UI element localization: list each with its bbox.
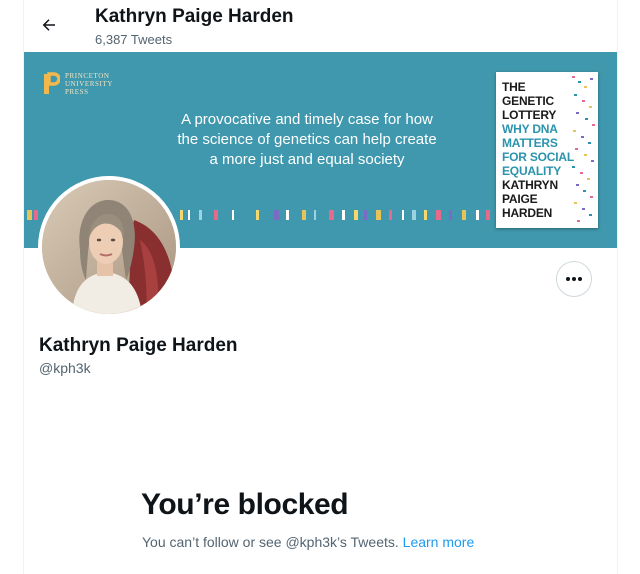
book-dna-pattern: [572, 76, 595, 222]
profile-avatar[interactable]: [38, 176, 180, 318]
blocked-message: You can’t follow or see @kph3k’s Tweets.…: [142, 534, 474, 550]
ellipsis-icon: [566, 277, 582, 281]
learn-more-link[interactable]: Learn more: [403, 534, 475, 550]
header-name: Kathryn Paige Harden: [95, 6, 294, 27]
profile-handle: @kph3k: [39, 360, 91, 376]
blocked-message-text: You can’t follow or see @kph3k’s Tweets.: [142, 534, 399, 550]
publisher-line: PRESS: [65, 88, 89, 96]
more-options-button[interactable]: [556, 261, 592, 297]
publisher-logo: PRINCETON UNIVERSITY PRESS: [42, 72, 113, 96]
profile-header-bar: Kathryn Paige Harden 6,387 Tweets: [0, 0, 640, 52]
blocked-title: You’re blocked: [141, 488, 349, 521]
back-button[interactable]: [34, 10, 64, 40]
arrow-left-icon: [42, 19, 55, 31]
avatar-photo: [42, 180, 176, 314]
profile-name: Kathryn Paige Harden: [39, 335, 238, 356]
publisher-line: PRINCETON: [65, 72, 110, 80]
book-cover: THE GENETIC LOTTERY WHY DNA MATTERS FOR …: [496, 72, 598, 228]
publisher-line: UNIVERSITY: [65, 80, 113, 88]
banner-tagline: A provocative and timely case for how th…: [177, 111, 437, 168]
tweet-count: 6,387 Tweets: [95, 32, 173, 47]
princeton-press-logo-icon: [44, 72, 60, 94]
